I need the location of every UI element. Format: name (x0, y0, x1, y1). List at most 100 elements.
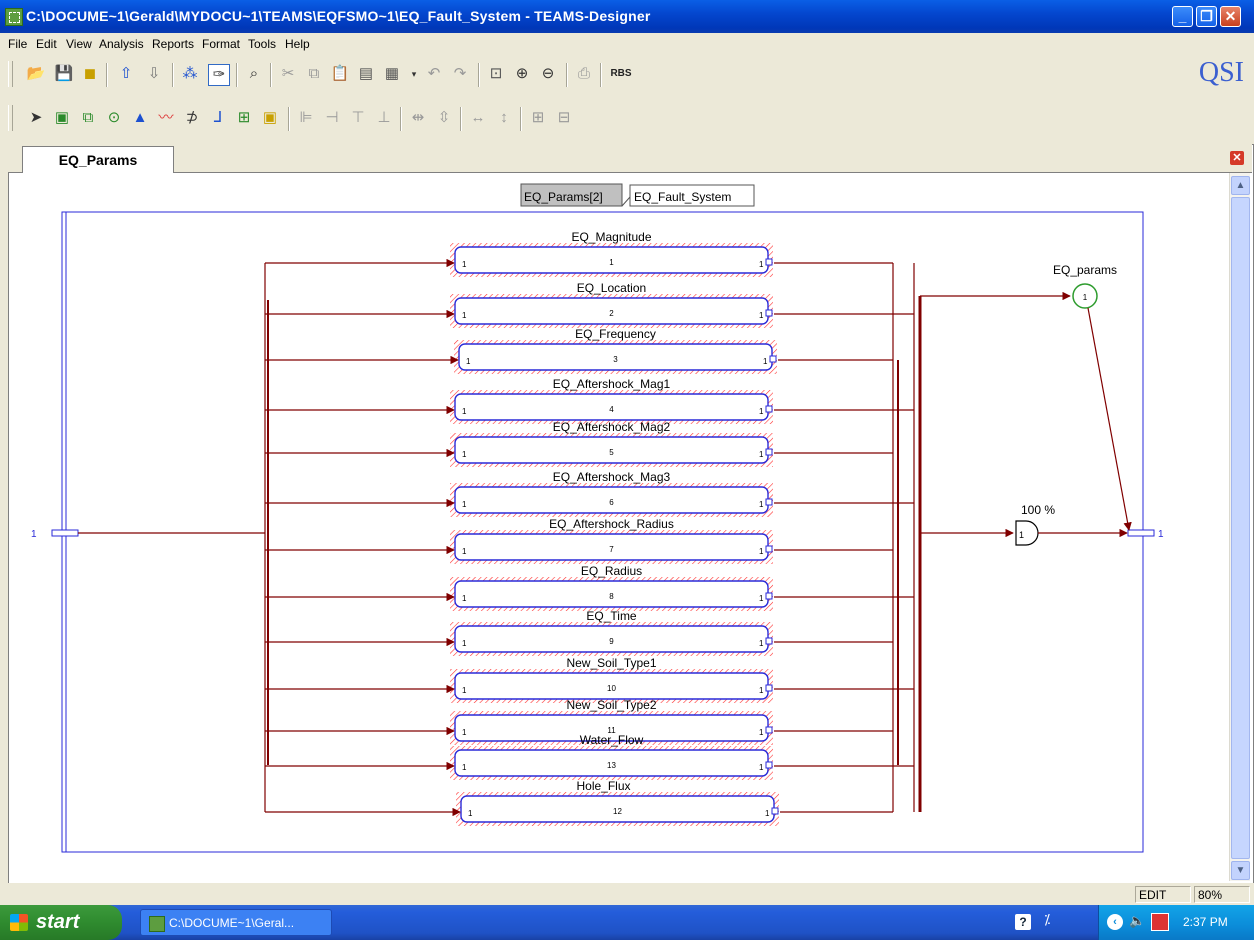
align-top-icon[interactable]: ⊤ (348, 108, 368, 128)
move-down-icon[interactable]: ⇩ (144, 64, 164, 84)
fit-page-icon[interactable]: ⊡ (486, 64, 506, 84)
menu-tools[interactable]: Tools (248, 37, 276, 51)
module-out-port-eq-aftershock-radius[interactable] (765, 545, 773, 553)
module-out-port-eq-time[interactable] (765, 637, 773, 645)
undo-icon[interactable]: ↶ (424, 64, 444, 84)
ungroup-icon[interactable]: ⊟ (554, 108, 574, 128)
module-out-port-eq-location[interactable] (765, 309, 773, 317)
module-out-port-eq-aftershock-mag2[interactable] (765, 448, 773, 456)
input-port[interactable] (51, 529, 79, 537)
toolbar-grip[interactable] (8, 61, 13, 87)
module-in-label-hole-flux: 1 (468, 809, 473, 818)
switch-tool-icon[interactable]: ⊞ (234, 108, 254, 128)
zoom-out-icon[interactable]: ⊖ (538, 64, 558, 84)
module-number-eq-aftershock-radius: 7 (609, 545, 614, 554)
link-tool-icon[interactable]: ⅃ (208, 108, 228, 128)
teams-app-icon[interactable] (5, 8, 23, 26)
menu-file[interactable]: File (8, 37, 27, 51)
menu-help[interactable]: Help (285, 37, 310, 51)
module-out-label-eq-aftershock-mag2: 1 (759, 450, 764, 459)
qsi-logo: QSI (1198, 57, 1244, 88)
module-out-port-eq-aftershock-mag3[interactable] (765, 498, 773, 506)
menu-view[interactable]: View (66, 37, 92, 51)
menu-format[interactable]: Format (202, 37, 240, 51)
module-tool-icon[interactable]: ▣ (52, 108, 72, 128)
database-icon[interactable]: ◼ (80, 64, 100, 84)
group-icon[interactable]: ⊞ (528, 108, 548, 128)
module-name-water-flow: Water_Flow (580, 733, 644, 747)
scroll-up-icon[interactable]: ▲ (1231, 176, 1250, 195)
same-width-icon[interactable]: ↔ (468, 108, 488, 128)
module-out-port-eq-aftershock-mag1[interactable] (765, 405, 773, 413)
copy-icon[interactable]: ⧉ (304, 64, 324, 84)
test-point-tool-icon[interactable]: ⊙ (104, 108, 124, 128)
help-tray-icon[interactable]: ? (1015, 914, 1031, 930)
module-out-port-eq-frequency[interactable] (769, 355, 777, 363)
tab-eq-params[interactable]: EQ_Params (22, 146, 174, 173)
restore-button[interactable]: ❐ (1196, 6, 1217, 27)
minimize-button[interactable]: _ (1172, 6, 1193, 27)
chart-dropdown-icon[interactable]: ▾ (404, 64, 424, 84)
space-vertical-icon[interactable]: ⇳ (434, 108, 454, 128)
close-button[interactable]: ✕ (1220, 6, 1241, 27)
module-out-port-water-flow[interactable] (765, 761, 773, 769)
label-tool-icon[interactable]: ▣ (260, 108, 280, 128)
submodule-tool-icon[interactable]: ⧉ (78, 108, 98, 128)
toolbar-grip-2[interactable] (8, 105, 13, 131)
module-out-port-eq-magnitude[interactable] (765, 258, 773, 266)
print-icon[interactable]: ⎙ (574, 64, 594, 84)
signal-tool-icon[interactable]: 〰 (156, 108, 176, 128)
find-icon[interactable]: ⌕ (244, 64, 264, 84)
module-number-eq-aftershock-mag3: 6 (609, 498, 614, 507)
diagram-canvas[interactable]: EQ_Params[2] EQ_Fault_System 1 1 1 EQ_pa… (9, 173, 1228, 879)
select-pointer-icon[interactable]: ➤ (26, 108, 46, 128)
close-document-icon[interactable]: ✕ (1230, 151, 1244, 165)
system-tray: ‹ 🔈 2:37 PM (1098, 905, 1254, 940)
align-left-icon[interactable]: ⊫ (296, 108, 316, 128)
open-icon[interactable]: 📂 (26, 64, 46, 84)
hierarchy-icon[interactable]: ⁂ (180, 64, 200, 84)
cut-icon[interactable]: ✂ (278, 64, 298, 84)
space-horizontal-icon[interactable]: ⇹ (408, 108, 428, 128)
move-up-icon[interactable]: ⇧ (116, 64, 136, 84)
show-hidden-icons-icon[interactable]: ‹ (1107, 914, 1123, 930)
document-icon[interactable]: ▤ (356, 64, 376, 84)
window-titlebar[interactable]: C:\DOCUME~1\Gerald\MYDOCU~1\TEAMS\EQFSMO… (0, 0, 1254, 33)
module-out-label-eq-aftershock-mag3: 1 (759, 500, 764, 509)
module-in-label-new-soil-type1: 1 (462, 686, 467, 695)
scroll-thumb[interactable] (1231, 197, 1250, 859)
module-out-port-new-soil-type1[interactable] (765, 684, 773, 692)
menu-analysis[interactable]: Analysis (99, 37, 144, 51)
connect-tool-icon[interactable]: ✑ (208, 64, 230, 86)
menu-reports[interactable]: Reports (152, 37, 194, 51)
task-label: C:\DOCUME~1\Geral... (169, 916, 295, 930)
menu-edit[interactable]: Edit (36, 37, 57, 51)
save-icon[interactable]: 💾 (54, 64, 74, 84)
paste-icon[interactable]: 📋 (330, 64, 350, 84)
module-out-port-eq-radius[interactable] (765, 592, 773, 600)
module-out-label-eq-aftershock-radius: 1 (759, 547, 764, 556)
diagram-svg[interactable]: EQ_Params[2] EQ_Fault_System 1 1 1 EQ_pa… (9, 173, 1228, 879)
align-bottom-icon[interactable]: ⊥ (374, 108, 394, 128)
menu-bar: File Edit View Analysis Reports Format T… (0, 33, 1254, 55)
and-gate-tool-icon[interactable]: ⊅ (182, 108, 202, 128)
start-button[interactable]: start (0, 905, 122, 940)
network-icon[interactable] (1151, 913, 1169, 931)
module-in-label-eq-aftershock-mag3: 1 (462, 500, 467, 509)
keyboard-tray-icon[interactable]: ⁒ (1044, 911, 1050, 928)
output-port[interactable] (1127, 529, 1155, 537)
module-out-port-hole-flux[interactable] (771, 807, 779, 815)
chart-icon[interactable]: ▦ (382, 64, 402, 84)
redo-icon[interactable]: ↷ (450, 64, 470, 84)
triangle-tool-icon[interactable]: ▲ (130, 108, 150, 128)
zoom-in-icon[interactable]: ⊕ (512, 64, 532, 84)
speaker-icon[interactable]: 🔈 (1129, 913, 1145, 929)
vertical-scrollbar[interactable]: ▲ ▼ (1229, 173, 1250, 881)
same-height-icon[interactable]: ↕ (494, 108, 514, 128)
scroll-down-icon[interactable]: ▼ (1231, 861, 1250, 880)
align-right-icon[interactable]: ⊣ (322, 108, 342, 128)
module-out-port-new-soil-type2[interactable] (765, 726, 773, 734)
taskbar-teams-window[interactable]: C:\DOCUME~1\Geral... (140, 909, 332, 936)
rbs-button[interactable]: RBS (608, 64, 634, 84)
module-name-eq-aftershock-mag2: EQ_Aftershock_Mag2 (553, 420, 671, 434)
